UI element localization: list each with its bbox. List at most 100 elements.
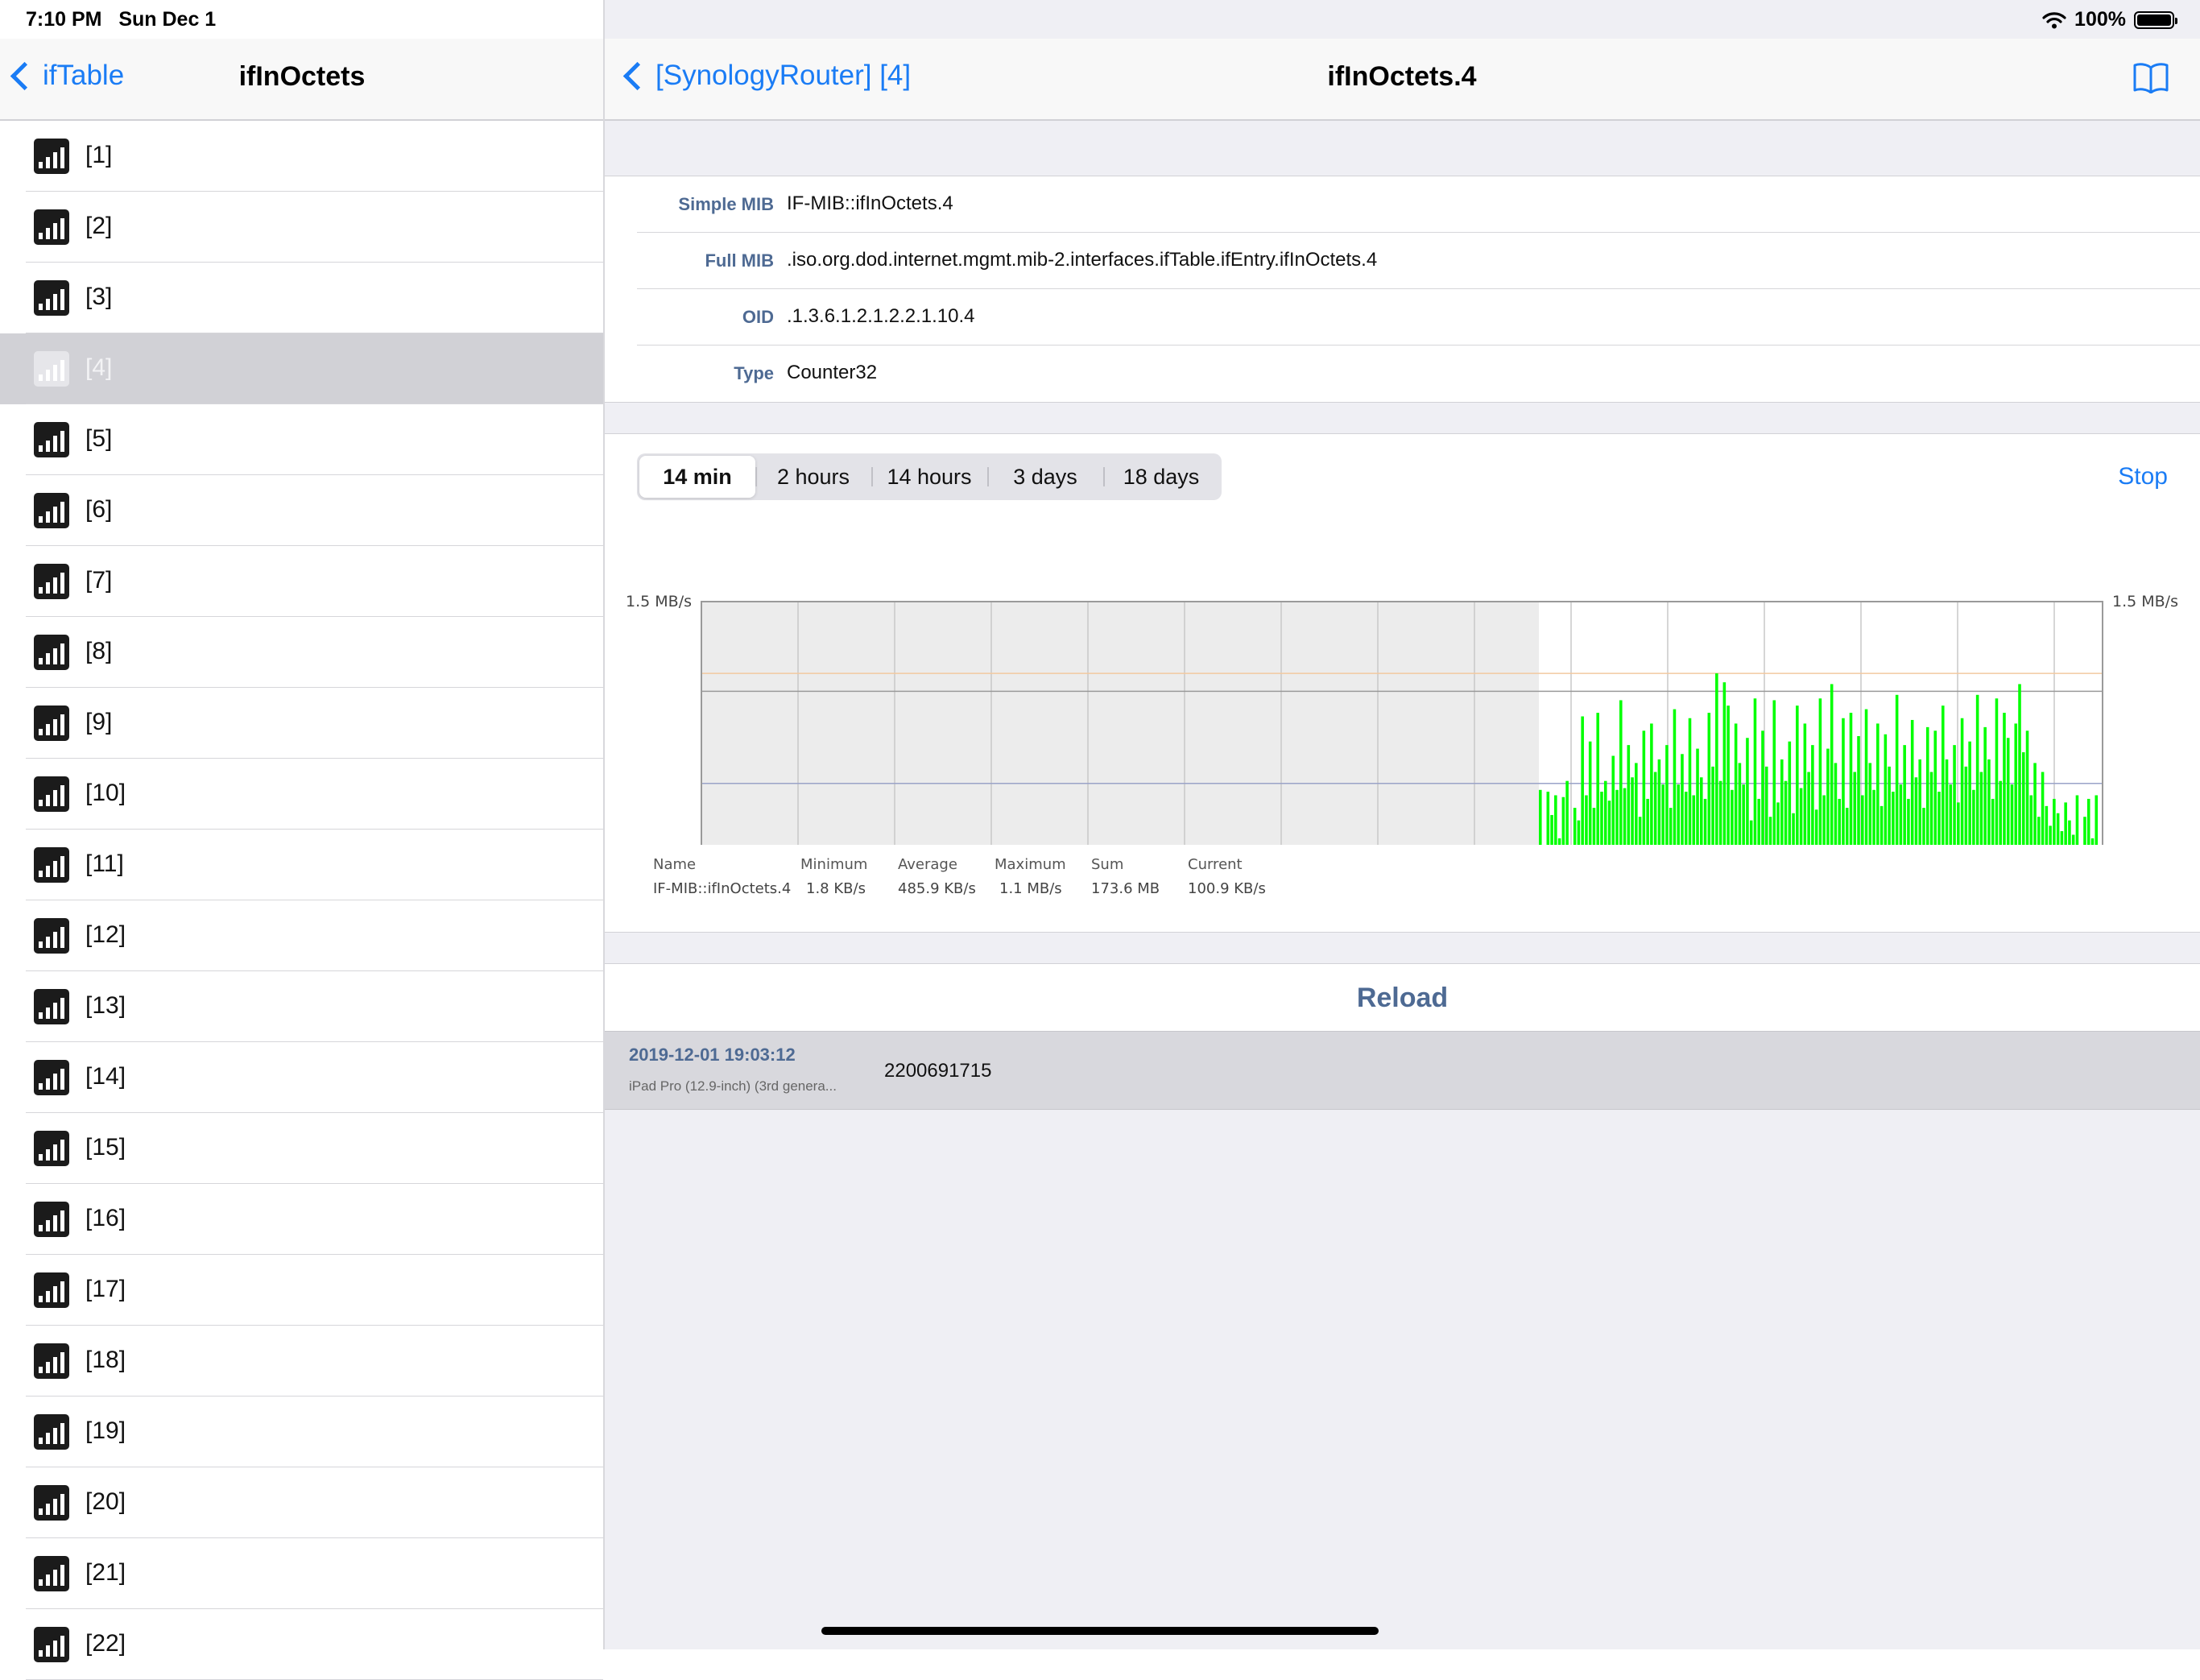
chart-bar <box>1557 838 1561 845</box>
chart-bar <box>1796 706 1799 845</box>
chart-bar <box>1653 772 1657 845</box>
chart-bar <box>1768 817 1772 845</box>
range-14-min[interactable]: 14 min <box>639 456 755 498</box>
chart-bar <box>1849 713 1853 845</box>
chart-bar <box>1991 798 1995 845</box>
list-item-label: [22] <box>85 1630 126 1657</box>
chart-bar <box>1731 789 1734 845</box>
chart-bar <box>1945 759 1949 845</box>
list-item[interactable]: [11] <box>0 830 603 900</box>
chart-bar <box>1942 706 1945 845</box>
chart-bar <box>2010 784 2014 845</box>
list-item[interactable]: [7] <box>0 546 603 617</box>
back-button-iftable[interactable]: ifTable <box>8 60 124 92</box>
chevron-left-icon <box>622 61 652 90</box>
info-row-simple-mib: Simple MIB IF-MIB::ifInOctets.4 <box>637 176 2200 233</box>
chart-bar <box>1627 745 1631 845</box>
status-time-text: 7:10 PM <box>26 8 102 31</box>
stats-value-average: 485.9 KB/s <box>898 880 976 897</box>
chart-bar <box>1722 682 1727 845</box>
home-indicator[interactable] <box>821 1627 1379 1635</box>
wifi-icon <box>2042 11 2066 28</box>
info-row-full-mib: Full MIB .iso.org.dod.internet.mgmt.mib-… <box>637 233 2200 289</box>
chart-bar <box>2014 723 2018 845</box>
list-item[interactable]: [10] <box>0 759 603 830</box>
list-item[interactable]: [5] <box>0 404 603 475</box>
chart-bar <box>1646 798 1649 845</box>
chart-bar <box>1573 808 1577 845</box>
chart-bar <box>1960 718 1964 845</box>
list-item[interactable]: [18] <box>0 1326 603 1397</box>
range-14-hours[interactable]: 14 hours <box>871 456 987 498</box>
chart-bar <box>1642 730 1646 845</box>
list-item-label: [17] <box>85 1276 126 1302</box>
range-18-days[interactable]: 18 days <box>1103 456 1219 498</box>
stats-value-minimum: 1.8 KB/s <box>806 880 866 897</box>
chart-bar <box>1999 780 2002 845</box>
list-item[interactable]: [22] <box>0 1609 603 1680</box>
chart-bar <box>1853 772 1857 845</box>
list-item[interactable]: [17] <box>0 1255 603 1326</box>
y-tick-label-right-max: 1.5 MB/s <box>2112 593 2178 610</box>
master-pane: ifTable ifInOctets [1] [2] [3] [4] [5] [6] [7]… <box>0 0 605 1680</box>
chart-bar <box>1550 814 1553 845</box>
chart-bar <box>1907 798 1910 845</box>
list-item[interactable]: [12] <box>0 900 603 971</box>
range-segmented-control: 14 min 2 hours 14 hours 3 days 18 days <box>637 453 1222 500</box>
chart-bar <box>2003 713 2006 845</box>
list-item[interactable]: [21] <box>0 1538 603 1609</box>
chart-bar <box>2049 826 2052 845</box>
list-item[interactable]: [2] <box>0 192 603 263</box>
chart-bar <box>2045 805 2049 845</box>
chart-bar <box>1673 709 1677 845</box>
list-item-label: [20] <box>85 1488 126 1515</box>
history-record-row[interactable]: 2019-12-01 19:03:12 iPad Pro (12.9-inch)… <box>605 1031 2200 1110</box>
list-item-label: [9] <box>85 709 113 735</box>
list-item[interactable]: [13] <box>0 971 603 1042</box>
chart-bar <box>1838 798 1841 845</box>
list-item[interactable]: [8] <box>0 617 603 688</box>
chart-bar <box>1577 820 1581 845</box>
list-item[interactable]: [9] <box>0 688 603 759</box>
info-key: Simple MIB <box>678 194 774 214</box>
chart-bar <box>1788 741 1792 845</box>
list-item[interactable]: [15] <box>0 1113 603 1184</box>
chart-bar <box>1661 784 1664 845</box>
reload-button[interactable]: Reload <box>605 963 2200 1032</box>
y-tick-label-left-max: 1.5 MB/s <box>626 593 692 610</box>
status-right: 100% <box>2042 8 2177 31</box>
list-item[interactable]: [1] <box>0 121 603 192</box>
chart-bar <box>1857 736 1860 845</box>
list-item[interactable]: [20] <box>0 1467 603 1538</box>
chart-bar <box>2064 802 2067 845</box>
battery-icon <box>2134 10 2177 29</box>
list-item[interactable]: [16] <box>0 1184 603 1255</box>
chart-bar <box>1903 745 1906 845</box>
mib-info-table: Simple MIB IF-MIB::ifInOctets.4 Full MIB… <box>605 176 2200 403</box>
list-item[interactable]: [19] <box>0 1397 603 1467</box>
list-item[interactable]: [14] <box>0 1042 603 1113</box>
list-item-label: [12] <box>85 921 126 948</box>
list-item[interactable]: [3] <box>0 263 603 333</box>
chart-bar <box>2060 831 2064 845</box>
list-item[interactable]: [6] <box>0 475 603 546</box>
stop-button[interactable]: Stop <box>2118 463 2168 490</box>
battery-percent: 100% <box>2074 8 2126 31</box>
list-item-label: [3] <box>85 283 113 310</box>
back-button-router[interactable]: [SynologyRouter] [4] <box>621 60 911 92</box>
chart-bar <box>1749 820 1753 845</box>
bar-chart-icon <box>34 847 69 883</box>
chart-bar <box>1910 719 1914 845</box>
chart-bar <box>1776 802 1780 845</box>
chart-bar <box>1753 698 1757 845</box>
chart-bar <box>1657 759 1661 845</box>
range-2-hours[interactable]: 2 hours <box>755 456 871 498</box>
chart-bar <box>1623 788 1627 845</box>
status-time: 7:10 PM Sun Dec 1 <box>26 8 216 31</box>
chart-bar <box>1611 755 1615 845</box>
list-item[interactable]: [4] <box>0 333 603 404</box>
book-icon[interactable] <box>2132 61 2169 93</box>
chart-bar <box>1603 780 1607 845</box>
range-3-days[interactable]: 3 days <box>987 456 1103 498</box>
stats-value-current: 100.9 KB/s <box>1188 880 1266 897</box>
